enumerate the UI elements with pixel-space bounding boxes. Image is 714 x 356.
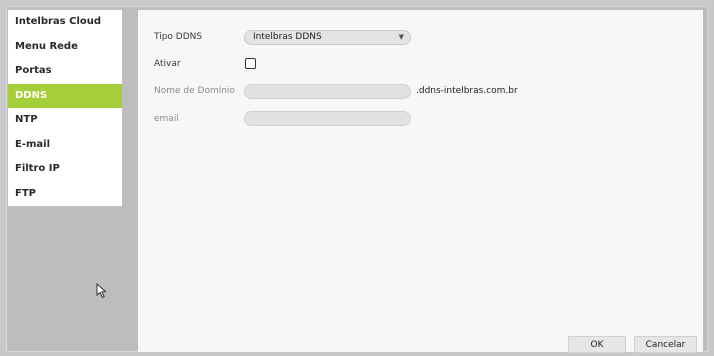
sidebar: Intelbras Cloud Menu Rede Portas DDNS NT…	[8, 10, 122, 206]
domain-name-label: Nome de Domínio	[154, 86, 235, 96]
email-label: email	[154, 114, 179, 124]
ativar-label: Ativar	[154, 59, 181, 69]
sidebar-item-filtro-ip[interactable]: Filtro IP	[8, 157, 122, 182]
domain-suffix: .ddns-intelbras.com.br	[416, 86, 518, 96]
domain-name-input[interactable]	[244, 84, 411, 99]
sidebar-item-portas[interactable]: Portas	[8, 59, 122, 84]
sidebar-item-intelbras-cloud[interactable]: Intelbras Cloud	[8, 10, 122, 35]
sidebar-item-email[interactable]: E-mail	[8, 133, 122, 158]
tipo-ddns-select[interactable]: Intelbras DDNS ▼	[244, 30, 411, 45]
content-panel: Tipo DDNS Intelbras DDNS ▼ Ativar Nome d…	[138, 10, 703, 353]
mouse-cursor-icon	[96, 283, 107, 299]
tipo-ddns-label: Tipo DDNS	[154, 32, 203, 42]
sidebar-item-ddns[interactable]: DDNS	[8, 83, 122, 108]
sidebar-item-ftp[interactable]: FTP	[8, 182, 122, 207]
sidebar-item-ntp[interactable]: NTP	[8, 108, 122, 133]
email-input[interactable]	[244, 111, 411, 126]
tipo-ddns-value: Intelbras DDNS	[253, 32, 322, 42]
ativar-checkbox[interactable]	[245, 58, 256, 69]
ok-button[interactable]: OK	[568, 336, 626, 353]
sidebar-item-menu-rede[interactable]: Menu Rede	[8, 35, 122, 60]
cancel-button[interactable]: Cancelar	[634, 336, 697, 353]
chevron-down-icon: ▼	[398, 33, 404, 41]
